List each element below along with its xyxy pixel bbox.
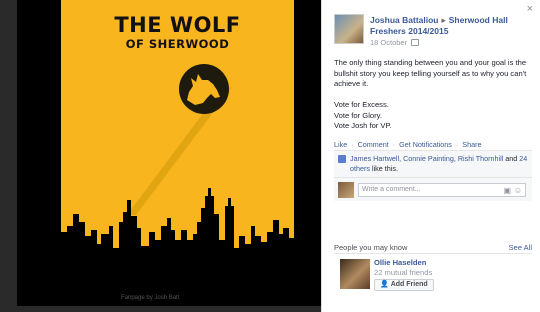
pymk-person-name[interactable]: Ollie Haselden [374,258,432,268]
post-meta: 18 October [370,38,420,47]
divider [334,253,532,254]
post-body: The only thing standing between you and … [334,58,527,130]
separator: · [455,140,459,149]
likes-and: and [503,154,520,163]
post-side-panel: × Joshua Battaliou ▸ Sherwood Hall Fresher… [321,0,540,312]
viewer-avatar [338,182,354,198]
like-icon [338,155,346,163]
comment-placeholder: Write a comment... [362,186,421,193]
separator: · [392,140,396,149]
pymk-header: People you may know See All [334,243,532,252]
liker-names[interactable]: James Hartwell, Connie Painting, Rishi T… [350,154,503,163]
comment-link[interactable]: Comment [358,140,389,149]
camera-icon[interactable]: ▣ [503,186,511,195]
separator: · [351,140,354,149]
post-date[interactable]: 18 October [370,38,407,47]
share-link[interactable]: Share [462,140,481,149]
poster-image[interactable]: THE WOLF OF SHERWOOD Fanpage by Josh Bat… [61,0,294,306]
see-all-link[interactable]: See All [509,243,532,252]
pymk-title: People you may know [334,243,408,252]
poster-caption: Fanpage by Josh Batt [121,295,180,301]
likes-box: James Hartwell, Connie Painting, Rishi T… [334,150,532,201]
pymk-person: Ollie Haselden 22 mutual friends [374,258,432,278]
likes-summary: James Hartwell, Connie Painting, Rishi T… [334,151,532,177]
group-audience-icon [411,39,420,46]
close-icon[interactable]: × [527,3,533,15]
add-friend-button[interactable]: 👤 Add Friend [374,279,434,291]
poster-subtitle: OF SHERWOOD [125,37,230,51]
arrow-icon: ▸ [441,15,446,25]
post-header: Joshua Battaliou ▸ Sherwood Hall Freshers … [370,15,530,37]
post-actions: Like · Comment · Get Notifications · Sha… [334,140,481,149]
photo-viewer[interactable]: THE WOLF OF SHERWOOD Fanpage by Josh Bat… [17,0,321,306]
author-avatar[interactable] [334,14,364,44]
likes-suffix: like this. [369,164,398,173]
author-name-link[interactable]: Joshua Battaliou [370,15,438,25]
like-link[interactable]: Like [334,140,347,149]
add-friend-icon: 👤 [380,281,389,288]
pymk-avatar[interactable] [340,259,370,289]
get-notifications-link[interactable]: Get Notifications [399,140,452,149]
add-friend-label: Add Friend [390,281,428,288]
poster-title: THE WOLF [114,13,241,37]
pymk-mutual-friends[interactable]: 22 mutual friends [374,268,432,278]
comment-input[interactable]: Write a comment... ▣ ☺ [358,183,526,197]
smile-icon[interactable]: ☺ [514,186,522,195]
comment-composer: Write a comment... ▣ ☺ [334,177,532,201]
